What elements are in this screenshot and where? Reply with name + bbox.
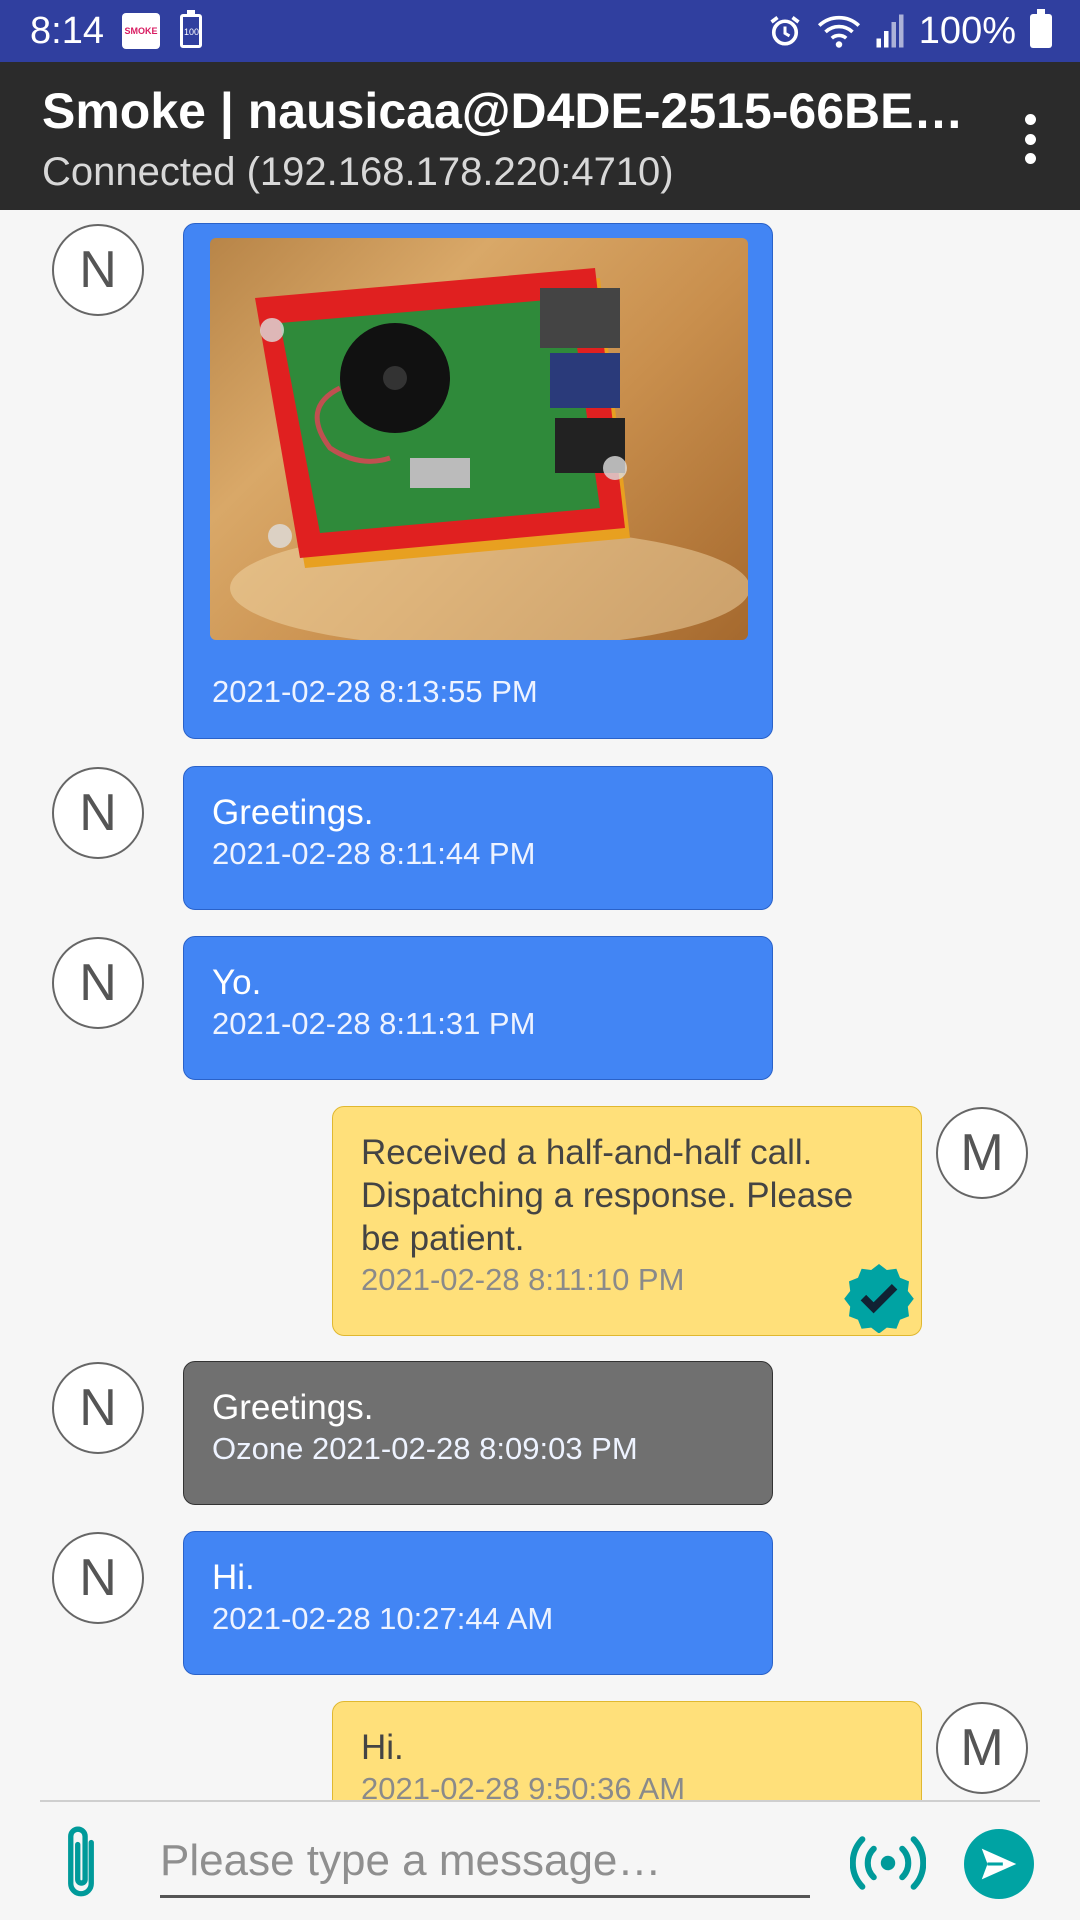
connection-status: Connected (192.168.178.220:4710) <box>42 150 674 194</box>
message-text: Received a half-and-half call. Dispatchi… <box>361 1133 854 1258</box>
attached-photo[interactable] <box>210 238 748 640</box>
battery-icon <box>1030 9 1052 48</box>
photo-image <box>230 268 748 640</box>
battery-saver-icon: 100 <box>180 10 202 48</box>
verified-check-icon <box>844 1264 914 1333</box>
message-list[interactable]: N 2021-02-28 8:13:55 PM N Greetings. 202… <box>0 210 1080 1800</box>
alarm-icon <box>770 16 800 46</box>
avatar: M <box>936 1107 1028 1199</box>
message-bubble[interactable]: Greetings. Ozone 2021-02-28 8:09:03 PM <box>183 1361 773 1505</box>
battery-percent: 100% <box>918 9 1016 52</box>
message-text: Yo. <box>212 963 262 1002</box>
avatar: M <box>936 1702 1028 1794</box>
send-button[interactable] <box>964 1829 1034 1899</box>
status-bar: 8:14 SMOKE 100 100% <box>0 0 1080 62</box>
send-icon <box>981 1848 1017 1880</box>
message-bubble[interactable]: 2021-02-28 8:13:55 PM <box>183 223 773 739</box>
signal-icon <box>876 14 904 48</box>
wifi-icon <box>817 15 860 48</box>
status-icons: 100% <box>767 8 1052 54</box>
message-text: Greetings. <box>212 1388 374 1427</box>
avatar: N <box>52 937 144 1029</box>
message-input[interactable] <box>160 1826 810 1898</box>
message-bubble[interactable]: Yo. 2021-02-28 8:11:31 PM <box>183 936 773 1080</box>
message-text: Hi. <box>361 1728 404 1767</box>
smoke-app-icon: SMOKE <box>122 13 160 49</box>
message-timestamp: 2021-02-28 8:11:44 PM <box>212 836 536 871</box>
message-timestamp: 2021-02-28 8:13:55 PM <box>212 674 538 709</box>
message-timestamp: 2021-02-28 8:11:10 PM <box>361 1262 685 1297</box>
message-text: Hi. <box>212 1558 255 1597</box>
input-divider <box>40 1800 1040 1802</box>
message-bubble[interactable]: Hi. 2021-02-28 10:27:44 AM <box>183 1531 773 1675</box>
app-toolbar: Smoke | nausicaa@D4DE-2515-66BE… Connect… <box>0 62 1080 210</box>
message-timestamp: 2021-02-28 8:11:31 PM <box>212 1006 536 1041</box>
broadcast-icon[interactable] <box>850 1835 926 1891</box>
more-vert-icon[interactable] <box>1010 106 1050 172</box>
message-timestamp: 2021-02-28 10:27:44 AM <box>212 1601 554 1636</box>
message-bubble[interactable]: Hi. 2021-02-28 9:50:36 AM <box>332 1701 922 1800</box>
chat-title: Smoke | nausicaa@D4DE-2515-66BE… <box>42 83 962 139</box>
message-text: Greetings. <box>212 793 374 832</box>
status-time: 8:14 <box>30 10 104 52</box>
message-timestamp: Ozone 2021-02-28 8:09:03 PM <box>212 1431 638 1466</box>
attach-file-icon[interactable] <box>56 1822 106 1904</box>
avatar: N <box>52 1362 144 1454</box>
message-bubble[interactable]: Received a half-and-half call. Dispatchi… <box>332 1106 922 1336</box>
avatar: N <box>52 767 144 859</box>
message-bubble[interactable]: Greetings. 2021-02-28 8:11:44 PM <box>183 766 773 910</box>
message-timestamp: 2021-02-28 9:50:36 AM <box>361 1771 686 1800</box>
avatar: N <box>52 224 144 316</box>
avatar: N <box>52 1532 144 1624</box>
